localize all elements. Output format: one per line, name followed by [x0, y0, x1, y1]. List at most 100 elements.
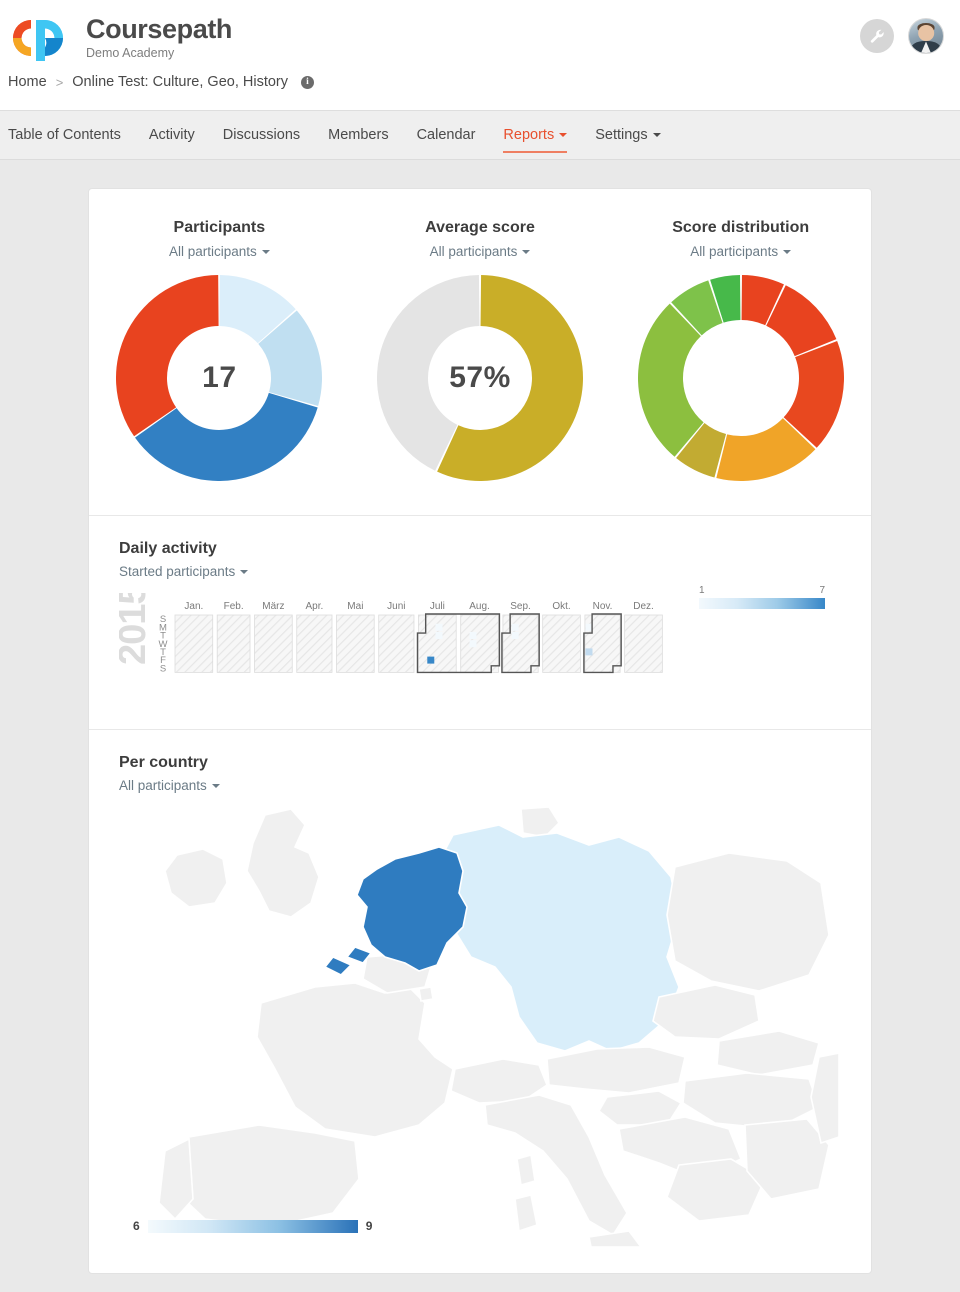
brand-block[interactable]: Coursepath Demo Academy [0, 14, 960, 62]
calendar-cell[interactable] [585, 648, 593, 656]
participants-donut[interactable]: 17 [116, 275, 323, 481]
per-country-title: Per country [119, 754, 208, 771]
tab-members[interactable]: Members [314, 111, 402, 160]
daily-activity-filter-dropdown[interactable]: Started participants [119, 564, 841, 579]
filter-label: All participants [168, 244, 257, 259]
calendar-month-label: Juni [387, 601, 405, 612]
calendar-month-block[interactable] [584, 614, 621, 673]
map-country-corsica [516, 1153, 536, 1187]
europe-map-area[interactable]: 6 9 [119, 807, 841, 1247]
main-nav: Table of Contents Activity Discussions M… [0, 110, 960, 160]
score-distribution-filter-dropdown[interactable]: All participants [690, 244, 792, 259]
chevron-down-icon [559, 132, 568, 137]
calendar-heatmap-area: 1 7 2015 SMTWTFS Jan.Feb.MärzApr.MaiJuni… [119, 585, 841, 703]
europe-map-svg[interactable] [119, 807, 839, 1247]
breadcrumb-current: Online Test: Culture, Geo, History [72, 74, 288, 90]
reports-card: Participants All participants 17 Average… [88, 188, 872, 1274]
calendar-cell[interactable] [469, 632, 477, 639]
tab-reports[interactable]: Reports [489, 111, 581, 160]
chevron-down-icon [240, 570, 249, 575]
heatmap-legend-gradient [699, 598, 825, 609]
daily-activity-title: Daily activity [119, 540, 217, 557]
per-country-section: Per country All participants 6 9 [89, 730, 871, 1273]
calendar-month-label: Okt. [552, 601, 570, 612]
calendar-month-label: Juli [430, 601, 445, 612]
map-legend-gradient [147, 1219, 358, 1233]
top-right-actions [860, 18, 944, 54]
calendar-cell[interactable] [511, 632, 519, 639]
calendar-month-block[interactable] [502, 614, 539, 673]
daily-activity-section: Daily activity Started participants 1 7 [89, 516, 871, 730]
calendar-cell[interactable] [469, 640, 477, 648]
map-legend-max: 9 [365, 1219, 373, 1233]
brand-subtitle: Demo Academy [86, 46, 175, 60]
participants-count: 17 [202, 361, 237, 394]
calendar-month-label: Dez. [633, 601, 654, 612]
score-distribution-donut[interactable] [637, 275, 844, 481]
tab-calendar[interactable]: Calendar [403, 111, 490, 160]
tab-table-of-contents[interactable]: Table of Contents [8, 111, 135, 160]
heatmap-legend: 1 7 [699, 585, 825, 609]
per-country-filter-dropdown[interactable]: All participants [119, 778, 841, 793]
chart-title: Score distribution [672, 219, 810, 236]
calendar-month-label: Nov. [593, 601, 613, 612]
calendar-month-block[interactable] [418, 614, 457, 673]
chart-score-distribution: Score distribution All participants [610, 219, 871, 481]
calendar-month-label: Mai [347, 601, 363, 612]
tab-discussions[interactable]: Discussions [209, 111, 314, 160]
calendar-cell[interactable] [435, 632, 443, 639]
chevron-down-icon [652, 132, 661, 137]
calendar-month-label: Sep. [510, 601, 531, 612]
brand-name: Coursepath [86, 14, 233, 44]
chart-title: Participants [173, 219, 266, 236]
heatmap-legend-min: 1 [699, 585, 705, 596]
calendar-month-block[interactable] [460, 614, 499, 673]
top-bar: Coursepath Demo Academy Home > Online Te… [0, 0, 960, 110]
info-icon[interactable]: i [301, 75, 314, 89]
tab-label: Discussions [222, 126, 301, 143]
chevron-down-icon [783, 250, 792, 255]
tab-activity[interactable]: Activity [135, 111, 209, 160]
calendar-cell[interactable] [435, 623, 443, 631]
calendar-cell[interactable] [511, 623, 519, 631]
tab-label: Members [328, 126, 389, 143]
calendar-month-block[interactable] [174, 614, 214, 673]
calendar-month-block[interactable] [254, 614, 293, 673]
calendar-month-block[interactable] [336, 614, 375, 673]
calendar-month-label: März [262, 601, 284, 612]
tab-label: Table of Contents [8, 126, 121, 143]
filter-label: All participants [119, 778, 207, 793]
summary-charts-section: Participants All participants 17 Average… [89, 189, 871, 516]
map-country-spain [168, 1124, 360, 1228]
calendar-heatmap-svg[interactable]: 2015 SMTWTFS Jan.Feb.MärzApr.MaiJuniJuli… [119, 593, 839, 703]
breadcrumb-home[interactable]: Home [8, 74, 47, 90]
average-score-value: 57% [449, 361, 511, 394]
calendar-day-label: S [160, 663, 166, 674]
score-distribution-donut-svg [637, 275, 844, 481]
tab-settings[interactable]: Settings [581, 111, 674, 160]
filter-label: Started participants [119, 564, 236, 579]
calendar-month-block[interactable] [624, 614, 663, 673]
map-legend-min: 6 [133, 1219, 140, 1233]
breadcrumb: Home > Online Test: Culture, Geo, Histor… [0, 62, 960, 90]
chart-title: Average score [425, 219, 535, 236]
chevron-down-icon [211, 784, 220, 789]
tab-label: Reports [503, 126, 555, 143]
calendar-month-block[interactable] [378, 614, 415, 673]
calendar-month-block[interactable] [542, 614, 581, 673]
tab-label: Activity [148, 126, 195, 143]
coursepath-cp-logo-icon [8, 16, 72, 62]
wrench-icon[interactable] [860, 19, 894, 53]
user-avatar[interactable] [908, 18, 944, 54]
participants-filter-dropdown[interactable]: All participants [169, 244, 270, 259]
calendar-month-block[interactable] [296, 614, 333, 673]
filter-label: All participants [429, 244, 518, 259]
calendar-cell[interactable] [427, 656, 435, 664]
average-score-donut[interactable]: 57% [377, 275, 583, 481]
heatmap-legend-max: 7 [819, 585, 825, 596]
map-legend-block: 6 9 [133, 1219, 372, 1233]
map-country-poland [666, 852, 830, 992]
average-score-filter-dropdown[interactable]: All participants [430, 244, 531, 259]
page-body: Participants All participants 17 Average… [0, 160, 960, 1274]
calendar-month-block[interactable] [216, 614, 251, 673]
